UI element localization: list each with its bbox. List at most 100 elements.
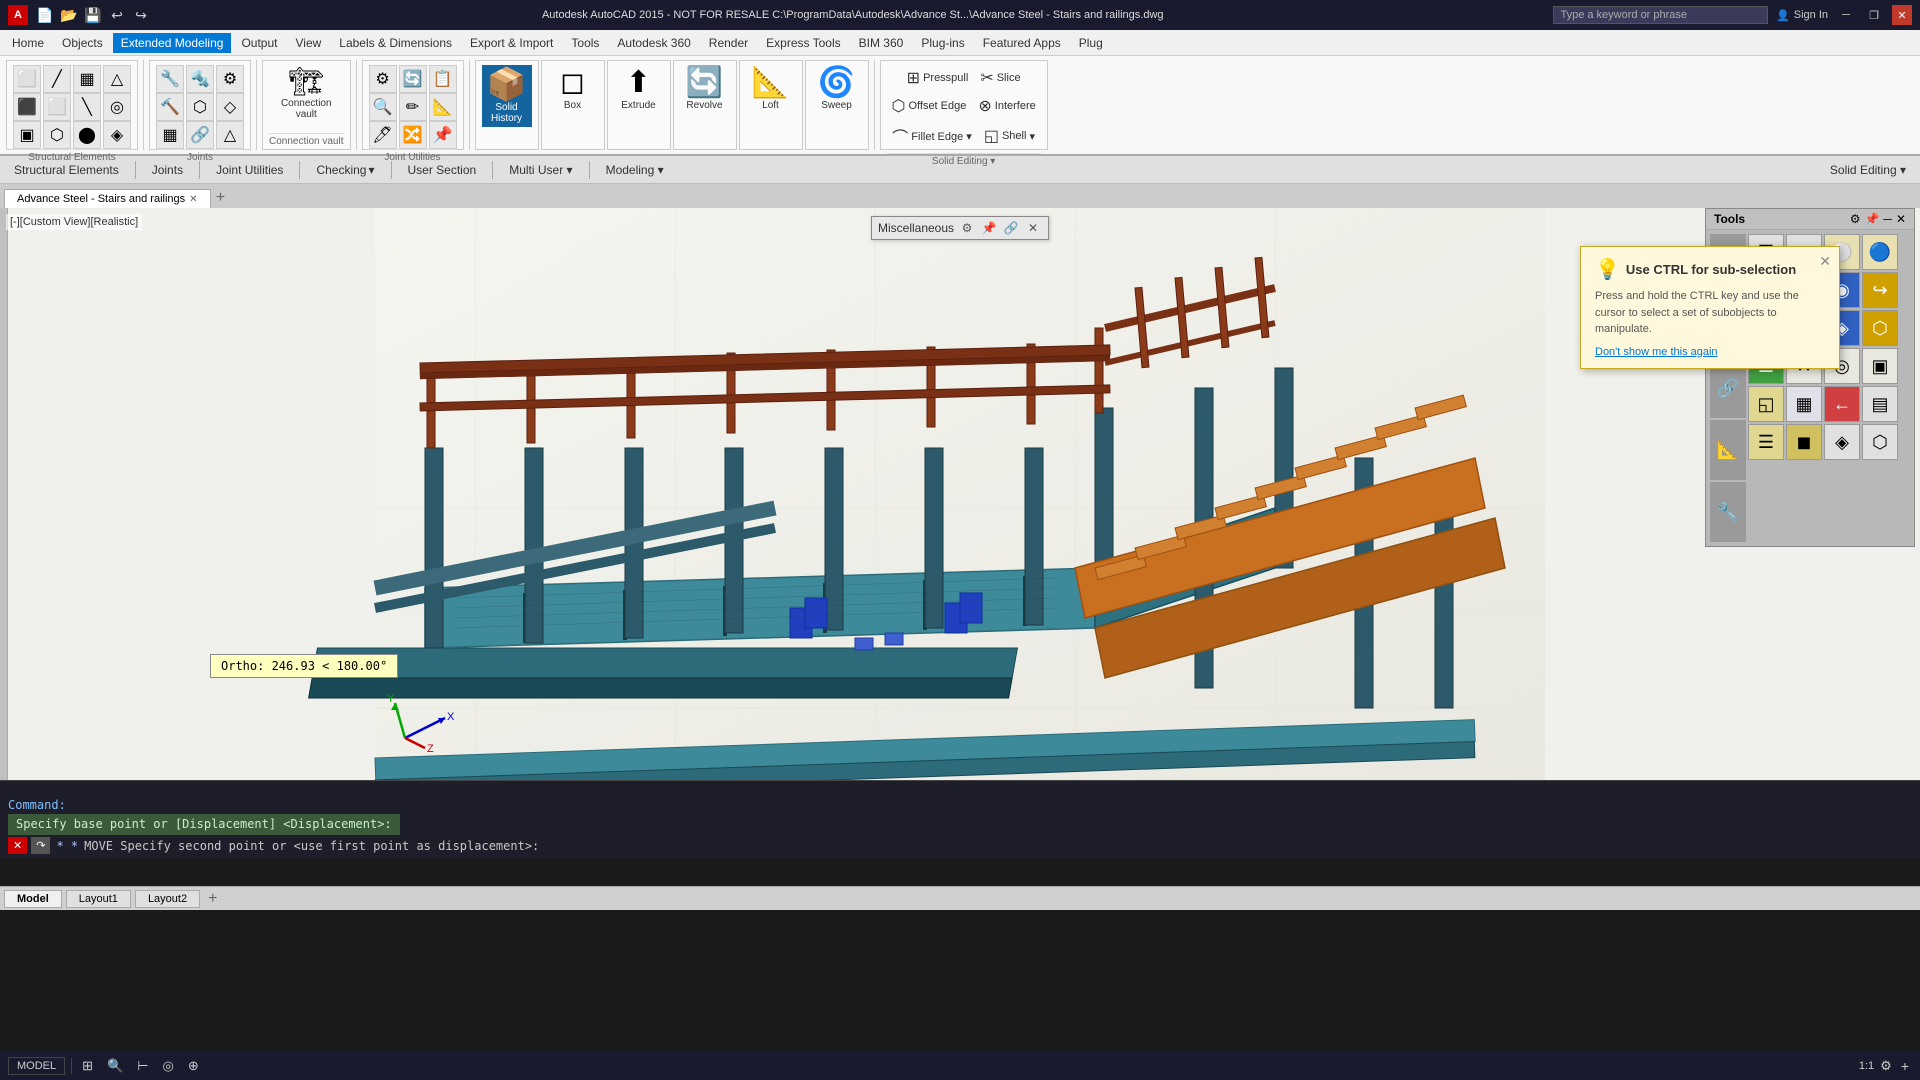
tool-main-7[interactable]: ◱ bbox=[1748, 386, 1784, 422]
joints-btn-2[interactable]: 🔩 bbox=[186, 65, 214, 93]
menu-home[interactable]: Home bbox=[4, 33, 52, 53]
search-bar[interactable]: Type a keyword or phrase bbox=[1553, 6, 1768, 24]
box-btn[interactable]: ◻ Box bbox=[548, 65, 598, 114]
menu-labels[interactable]: Labels & Dimensions bbox=[331, 33, 460, 53]
menu-view[interactable]: View bbox=[287, 33, 329, 53]
sweep-btn[interactable]: 🌀 Sweep bbox=[812, 65, 862, 114]
tool-red-2[interactable]: ← bbox=[1824, 386, 1860, 422]
misc-close-btn[interactable]: ✕ bbox=[1024, 219, 1042, 237]
menu-featured[interactable]: Featured Apps bbox=[975, 33, 1069, 53]
doc-tab-main[interactable]: Advance Steel - Stairs and railings ✕ bbox=[4, 189, 211, 208]
tool-main-6[interactable]: ▣ bbox=[1862, 348, 1898, 384]
tab-layout2[interactable]: Layout2 bbox=[135, 890, 200, 908]
tools-pin-icon[interactable]: 📌 bbox=[1864, 212, 1879, 226]
menu-extended-modeling[interactable]: Extended Modeling bbox=[113, 33, 232, 53]
tool-yellow-3[interactable]: ⬡ bbox=[1862, 310, 1898, 346]
joints-btn-4[interactable]: 🔨 bbox=[156, 93, 184, 121]
misc-pin-btn[interactable]: 📌 bbox=[980, 219, 998, 237]
tool-main-8[interactable]: ▦ bbox=[1786, 386, 1822, 422]
struct-btn-8[interactable]: ◎ bbox=[103, 93, 131, 121]
menu-objects[interactable]: Objects bbox=[54, 33, 111, 53]
new-btn[interactable]: 📄 bbox=[34, 4, 56, 26]
tool-sidebar-5[interactable]: 🔧 bbox=[1710, 482, 1746, 542]
menu-export[interactable]: Export & Import bbox=[462, 33, 561, 53]
close-button[interactable]: ✕ bbox=[1892, 5, 1912, 25]
misc-settings-btn[interactable]: ⚙ bbox=[958, 219, 976, 237]
menu-render[interactable]: Render bbox=[701, 33, 756, 53]
joint-util-8[interactable]: 🔀 bbox=[399, 121, 427, 149]
multi-user-cmd[interactable]: Multi User ▾ bbox=[501, 160, 580, 180]
redo-btn[interactable]: ↪ bbox=[130, 4, 152, 26]
offset-edge-btn[interactable]: ⬡ Offset Edge bbox=[887, 93, 972, 119]
menu-plugins[interactable]: Plug-ins bbox=[913, 33, 972, 53]
joint-util-5[interactable]: ✏ bbox=[399, 93, 427, 121]
tools-min-icon[interactable]: ─ bbox=[1883, 212, 1892, 226]
misc-link-btn[interactable]: 🔗 bbox=[1002, 219, 1020, 237]
tooltip-dismiss-link[interactable]: Don't show me this again bbox=[1595, 346, 1825, 358]
solid-history-btn[interactable]: 📦 SolidHistory bbox=[482, 65, 532, 127]
struct-btn-9[interactable]: ▣ bbox=[13, 121, 41, 149]
struct-btn-12[interactable]: ◈ bbox=[103, 121, 131, 149]
joint-util-9[interactable]: 📌 bbox=[429, 121, 457, 149]
tool-main-9[interactable]: ▤ bbox=[1862, 386, 1898, 422]
struct-btn-6[interactable]: ⬜ bbox=[43, 93, 71, 121]
menu-express[interactable]: Express Tools bbox=[758, 33, 848, 53]
menu-output[interactable]: Output bbox=[233, 33, 285, 53]
snap-icon[interactable]: 🔍 bbox=[103, 1056, 127, 1076]
joints-btn-1[interactable]: 🔧 bbox=[156, 65, 184, 93]
revolve-btn[interactable]: 🔄 Revolve bbox=[680, 65, 730, 114]
status-settings-icon[interactable]: ⚙ bbox=[1880, 1058, 1892, 1074]
tab-close-btn[interactable]: ✕ bbox=[189, 194, 197, 205]
struct-btn-10[interactable]: ⬡ bbox=[43, 121, 71, 149]
tooltip-close-btn[interactable]: ✕ bbox=[1819, 253, 1831, 270]
menu-bim360[interactable]: BIM 360 bbox=[851, 33, 912, 53]
struct-btn-11[interactable]: ⬤ bbox=[73, 121, 101, 149]
modeling-cmd[interactable]: Modeling ▾ bbox=[598, 160, 672, 180]
menu-tools[interactable]: Tools bbox=[563, 33, 607, 53]
status-model-tab[interactable]: MODEL bbox=[8, 1057, 65, 1075]
presspull-btn[interactable]: ⊞ Presspull bbox=[902, 65, 974, 91]
viewport[interactable]: X Y Z [-][Custom View][Realistic] WCS Or… bbox=[0, 208, 1920, 808]
connection-vault-btn[interactable]: 🏗 Connectionvault bbox=[276, 65, 337, 123]
tool-main-4[interactable]: 🔵 bbox=[1862, 234, 1898, 270]
shell-btn[interactable]: ◱ Shell ▾ bbox=[979, 123, 1040, 149]
struct-btn-4[interactable]: △ bbox=[103, 65, 131, 93]
struct-btn-7[interactable]: ╲ bbox=[73, 93, 101, 121]
status-zoom-in[interactable]: + bbox=[1898, 1058, 1912, 1074]
tool-main-11[interactable]: ◼ bbox=[1786, 424, 1822, 460]
struct-btn-2[interactable]: ╱ bbox=[43, 65, 71, 93]
loft-btn[interactable]: 📐 Loft bbox=[746, 65, 796, 114]
save-btn[interactable]: 💾 bbox=[82, 4, 104, 26]
new-tab-btn[interactable]: + bbox=[211, 188, 231, 208]
struct-btn-1[interactable]: ⬜ bbox=[13, 65, 41, 93]
cmd-stop-icon[interactable]: ✕ bbox=[8, 837, 27, 854]
joints-btn-3[interactable]: ⚙ bbox=[216, 65, 244, 93]
joint-util-1[interactable]: ⚙ bbox=[369, 65, 397, 93]
tool-yellow-2[interactable]: ↪ bbox=[1862, 272, 1898, 308]
joints-btn-5[interactable]: ⬡ bbox=[186, 93, 214, 121]
tool-main-10[interactable]: ☰ bbox=[1748, 424, 1784, 460]
joints-btn-6[interactable]: ◇ bbox=[216, 93, 244, 121]
sign-in[interactable]: 👤 Sign In bbox=[1776, 9, 1828, 22]
joints-btn-9[interactable]: △ bbox=[216, 121, 244, 149]
menu-a360[interactable]: Autodesk 360 bbox=[609, 33, 698, 53]
cmd-skip-icon[interactable]: ↷ bbox=[31, 837, 50, 854]
new-layout-btn[interactable]: + bbox=[204, 890, 221, 908]
joint-util-3[interactable]: 📋 bbox=[429, 65, 457, 93]
interfere-btn[interactable]: ⊗ Interfere bbox=[973, 93, 1040, 119]
undo-btn[interactable]: ↩ bbox=[106, 4, 128, 26]
slice-btn[interactable]: ✂ Slice bbox=[975, 65, 1025, 91]
osnap-icon[interactable]: ⊕ bbox=[184, 1056, 203, 1076]
struct-btn-3[interactable]: ▦ bbox=[73, 65, 101, 93]
minimize-button[interactable]: ─ bbox=[1836, 5, 1856, 25]
joint-util-7[interactable]: 🖊 bbox=[369, 121, 397, 149]
fillet-edge-btn[interactable]: ⌒ Fillet Edge ▾ bbox=[887, 121, 977, 151]
solid-editing-cmd[interactable]: Solid Editing ▾ bbox=[1822, 160, 1914, 180]
joints-btn-8[interactable]: 🔗 bbox=[186, 121, 214, 149]
struct-btn-5[interactable]: ⬛ bbox=[13, 93, 41, 121]
menu-plug[interactable]: Plug bbox=[1071, 33, 1111, 53]
joints-btn-7[interactable]: ▦ bbox=[156, 121, 184, 149]
tool-sidebar-4[interactable]: 📐 bbox=[1710, 420, 1746, 480]
ortho-icon[interactable]: ⊢ bbox=[133, 1056, 152, 1076]
tools-settings-icon[interactable]: ⚙ bbox=[1850, 212, 1861, 226]
